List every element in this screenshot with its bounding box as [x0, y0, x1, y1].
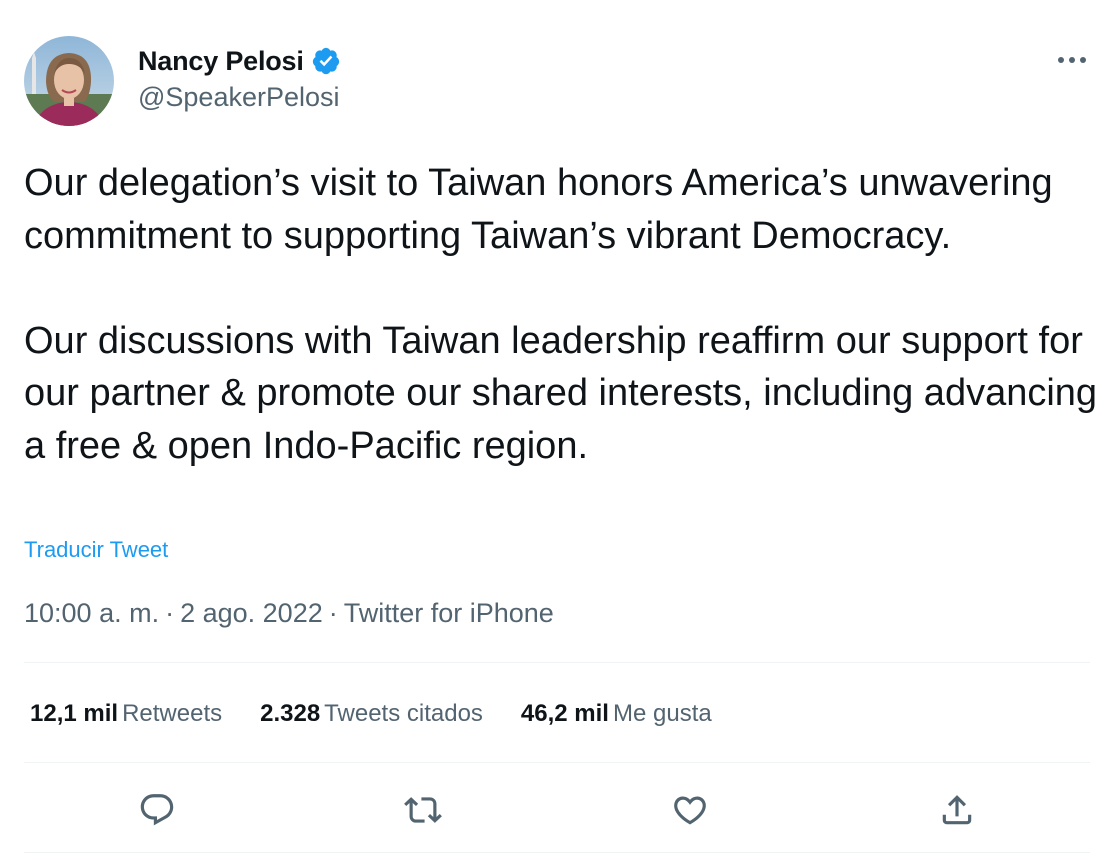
retweets-count: 12,1 mil	[30, 700, 119, 727]
author-handle[interactable]: @SpeakerPelosi	[138, 80, 341, 114]
retweets-label: Retweets	[122, 700, 223, 727]
tweet-actions-bar	[0, 788, 1120, 832]
reply-icon	[140, 794, 174, 826]
tweet-meta: 10:00 a. m. · 2 ago. 2022 · Twitter for iPho…	[24, 596, 554, 630]
share-button[interactable]	[935, 788, 979, 832]
likes-label: Me gusta	[612, 700, 712, 727]
author-block: Nancy Pelosi @SpeakerPelosi	[138, 42, 341, 114]
avatar[interactable]	[24, 36, 114, 126]
tweet-detail: Nancy Pelosi @SpeakerPelosi Our delegati…	[0, 0, 1120, 862]
tweet-date[interactable]: 2 ago. 2022	[180, 598, 323, 628]
retweet-button[interactable]	[401, 788, 445, 832]
translate-tweet-link[interactable]: Traducir Tweet	[24, 535, 168, 565]
more-options-button[interactable]	[1054, 48, 1090, 72]
tweet-text: Our delegation’s visit to Taiwan honors …	[24, 157, 1099, 472]
tweet-stats: 12,1 mil Retweets 2.328 Tweets citados 46,…	[30, 698, 750, 730]
tweet-paragraph: Our delegation’s visit to Taiwan honors …	[24, 162, 1053, 257]
tweet-paragraph: Our discussions with Taiwan leadership r…	[24, 319, 1098, 467]
verified-badge-icon	[311, 46, 341, 76]
likes-stat[interactable]: 46,2 mil Me gusta	[521, 698, 712, 730]
divider	[24, 662, 1090, 663]
divider	[24, 852, 1090, 853]
retweets-stat[interactable]: 12,1 mil Retweets	[30, 698, 222, 730]
share-icon	[942, 795, 972, 825]
meta-separator: ·	[328, 598, 338, 628]
author-name-row: Nancy Pelosi	[138, 42, 341, 80]
quote-tweets-count: 2.328	[260, 700, 321, 727]
reply-button[interactable]	[135, 788, 179, 832]
more-horizontal-icon	[1058, 57, 1086, 63]
likes-count: 46,2 mil	[520, 700, 609, 727]
heart-icon	[674, 796, 706, 825]
quote-tweets-stat[interactable]: 2.328 Tweets citados	[260, 698, 483, 730]
tweet-time[interactable]: 10:00 a. m.	[24, 598, 159, 628]
tweet-source[interactable]: Twitter for iPhone	[344, 598, 554, 628]
meta-separator: ·	[165, 598, 175, 628]
retweet-icon	[404, 797, 442, 823]
divider	[24, 762, 1090, 763]
profile-photo-image	[24, 36, 114, 126]
like-button[interactable]	[668, 788, 712, 832]
quote-tweets-label: Tweets citados	[324, 700, 483, 727]
display-name[interactable]: Nancy Pelosi	[138, 46, 304, 77]
